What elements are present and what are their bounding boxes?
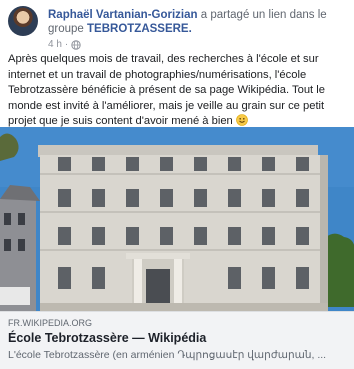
author-name[interactable]: Raphaël Vartanian-Gorizian: [48, 9, 198, 21]
link-preview-card[interactable]: FR.WIKIPEDIA.ORG École Tebrotzassère — W…: [0, 311, 354, 369]
author-avatar[interactable]: [8, 6, 38, 36]
post-meta: 4 h ·: [48, 39, 81, 50]
link-description: L'école Tebrotzassère (en arménien Դպրոց…: [8, 349, 327, 361]
post-message: Après quelques mois de travail, des rech…: [8, 53, 325, 127]
globe-icon[interactable]: [71, 39, 81, 50]
link-domain: FR.WIKIPEDIA.ORG: [8, 318, 93, 328]
group-name[interactable]: TEBROTZASSERE.: [87, 23, 192, 35]
post-timestamp[interactable]: 4 h: [48, 39, 62, 50]
post-body-text: Après quelques mois de travail, des rech…: [8, 52, 348, 130]
link-title[interactable]: École Tebrotzassère — Wikipédia: [8, 331, 206, 345]
post-header: Raphaël Vartanian-Gorizian a partagé un …: [8, 6, 348, 50]
smiley-icon: [236, 114, 248, 126]
post-header-text: Raphaël Vartanian-Gorizian a partagé un …: [48, 8, 348, 36]
school-building-photo[interactable]: [0, 127, 354, 311]
facebook-post: Raphaël Vartanian-Gorizian a partagé un …: [0, 0, 354, 369]
